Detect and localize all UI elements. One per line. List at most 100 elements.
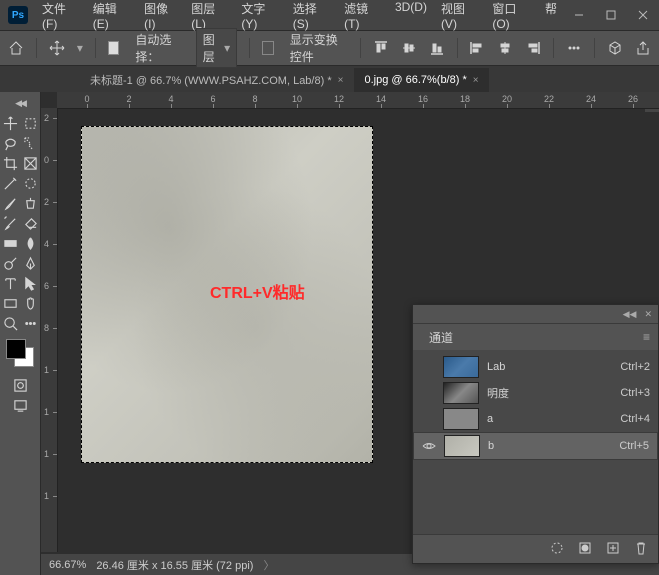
screenmode-tool[interactable]	[10, 395, 30, 415]
save-selection-icon[interactable]	[578, 541, 592, 558]
panel-footer	[413, 534, 658, 563]
align-top-icon[interactable]	[373, 40, 389, 56]
align-bottom-icon[interactable]	[429, 40, 445, 56]
align-hcenter-icon[interactable]	[497, 40, 513, 56]
tools-panel: ◀◀	[0, 92, 41, 575]
move-tool-icon[interactable]	[49, 40, 65, 56]
minimize-button[interactable]	[563, 0, 595, 30]
channels-tab[interactable]: 通道	[421, 325, 461, 350]
more-tools[interactable]	[20, 313, 40, 333]
panel-menu-icon[interactable]: ≡	[643, 330, 650, 344]
lasso-tool[interactable]	[0, 133, 20, 153]
visibility-toggle[interactable]	[421, 360, 435, 374]
quickmask-tool[interactable]	[10, 375, 30, 395]
gradient-tool[interactable]	[0, 233, 20, 253]
align-right-icon[interactable]	[525, 40, 541, 56]
rectangle-tool[interactable]	[0, 293, 20, 313]
history-brush-tool[interactable]	[0, 213, 20, 233]
collapse-toolbar-icon[interactable]: ◀◀	[15, 98, 25, 109]
patch-tool[interactable]	[20, 173, 40, 193]
channels-panel: ◀◀ ✕ 通道 ≡ Lab Ctrl+2 明度 Ctrl+3	[412, 304, 659, 564]
channel-name: Lab	[487, 361, 612, 373]
type-tool[interactable]	[0, 273, 20, 293]
path-select-tool[interactable]	[20, 273, 40, 293]
more-options-icon[interactable]	[566, 40, 582, 56]
dodge-tool[interactable]	[0, 253, 20, 273]
document-tabs: 未标题-1 @ 66.7% (WWW.PSAHZ.COM, Lab/8) *× …	[0, 66, 659, 92]
color-swatches[interactable]	[6, 339, 34, 367]
channel-shortcut: Ctrl+5	[619, 440, 649, 452]
blur-tool[interactable]	[20, 233, 40, 253]
menu-type[interactable]: 文字(Y)	[235, 0, 284, 35]
main-menu: 文件(F) 编辑(E) 图像(I) 图层(L) 文字(Y) 选择(S) 滤镜(T…	[36, 0, 563, 35]
channel-row-a[interactable]: a Ctrl+4	[413, 406, 658, 432]
brush-tool[interactable]	[0, 193, 20, 213]
auto-select-checkbox[interactable]	[108, 41, 120, 55]
panel-close-icon[interactable]: ✕	[644, 309, 652, 320]
channel-shortcut: Ctrl+2	[620, 361, 650, 373]
visibility-toggle[interactable]	[421, 412, 435, 426]
menu-file[interactable]: 文件(F)	[36, 0, 85, 35]
document-canvas[interactable]: CTRL+V粘贴	[81, 126, 373, 463]
vertical-ruler[interactable]: 2024681111	[41, 108, 58, 552]
eraser-tool[interactable]	[20, 213, 40, 233]
channel-thumbnail	[444, 435, 480, 457]
channel-row-b[interactable]: b Ctrl+5	[413, 432, 658, 460]
channel-shortcut: Ctrl+4	[620, 413, 650, 425]
channel-thumbnail	[443, 382, 479, 404]
fg-color-swatch[interactable]	[6, 339, 26, 359]
show-transform-checkbox[interactable]	[262, 41, 274, 55]
menu-image[interactable]: 图像(I)	[138, 0, 183, 35]
menu-filter[interactable]: 滤镜(T)	[338, 0, 387, 35]
close-tab-icon[interactable]: ×	[473, 75, 479, 86]
artboard-tool[interactable]	[20, 113, 40, 133]
close-button[interactable]	[627, 0, 659, 30]
channel-list: Lab Ctrl+2 明度 Ctrl+3 a Ctrl+4	[413, 350, 658, 464]
visibility-toggle[interactable]	[422, 439, 436, 453]
app-logo: Ps	[8, 6, 28, 24]
channel-name: a	[487, 413, 612, 425]
horizontal-ruler[interactable]: 02468101214161820222426	[57, 92, 659, 109]
clone-stamp-tool[interactable]	[20, 193, 40, 213]
align-vcenter-icon[interactable]	[401, 40, 417, 56]
quick-select-tool[interactable]	[20, 133, 40, 153]
zoom-level[interactable]: 66.67%	[49, 559, 86, 571]
align-left-icon[interactable]	[469, 40, 485, 56]
channel-row-lab[interactable]: Lab Ctrl+2	[413, 354, 658, 380]
channel-name: 明度	[487, 385, 612, 401]
maximize-button[interactable]	[595, 0, 627, 30]
3d-mode-icon[interactable]	[607, 40, 623, 56]
pen-tool[interactable]	[20, 253, 40, 273]
document-info[interactable]: 26.46 厘米 x 16.55 厘米 (72 ppi)	[96, 557, 253, 573]
new-channel-icon[interactable]	[606, 541, 620, 558]
options-bar: ▾ 自动选择： 图层▾ 显示变换控件	[0, 31, 659, 66]
menu-help[interactable]: 帮	[539, 0, 563, 35]
menu-view[interactable]: 视图(V)	[435, 0, 484, 35]
move-tool[interactable]	[0, 113, 20, 133]
channel-row-lightness[interactable]: 明度 Ctrl+3	[413, 380, 658, 406]
channel-name: b	[488, 440, 611, 452]
menu-edit[interactable]: 编辑(E)	[87, 0, 136, 35]
channel-thumbnail	[443, 356, 479, 378]
menu-window[interactable]: 窗口(O)	[486, 0, 537, 35]
channel-shortcut: Ctrl+3	[620, 387, 650, 399]
share-icon[interactable]	[635, 40, 651, 56]
load-selection-icon[interactable]	[550, 541, 564, 558]
doc-tab-1[interactable]: 未标题-1 @ 66.7% (WWW.PSAHZ.COM, Lab/8) *×	[80, 68, 353, 92]
auto-select-dropdown[interactable]: 图层▾	[196, 28, 237, 68]
zoom-tool[interactable]	[0, 313, 20, 333]
hand-tool[interactable]	[20, 293, 40, 313]
doc-tab-2[interactable]: 0.jpg @ 66.7%(b/8) *×	[354, 68, 488, 92]
frame-tool[interactable]	[20, 153, 40, 173]
auto-select-label: 自动选择：	[135, 31, 183, 65]
crop-tool[interactable]	[0, 153, 20, 173]
visibility-toggle[interactable]	[421, 386, 435, 400]
menu-select[interactable]: 选择(S)	[287, 0, 336, 35]
panel-collapse-icon[interactable]: ◀◀	[623, 309, 637, 320]
home-icon[interactable]	[8, 40, 24, 56]
menu-3d[interactable]: 3D(D)	[389, 0, 433, 35]
channel-thumbnail	[443, 408, 479, 430]
close-tab-icon[interactable]: ×	[338, 75, 344, 86]
delete-channel-icon[interactable]	[634, 541, 648, 558]
eyedropper-tool[interactable]	[0, 173, 20, 193]
